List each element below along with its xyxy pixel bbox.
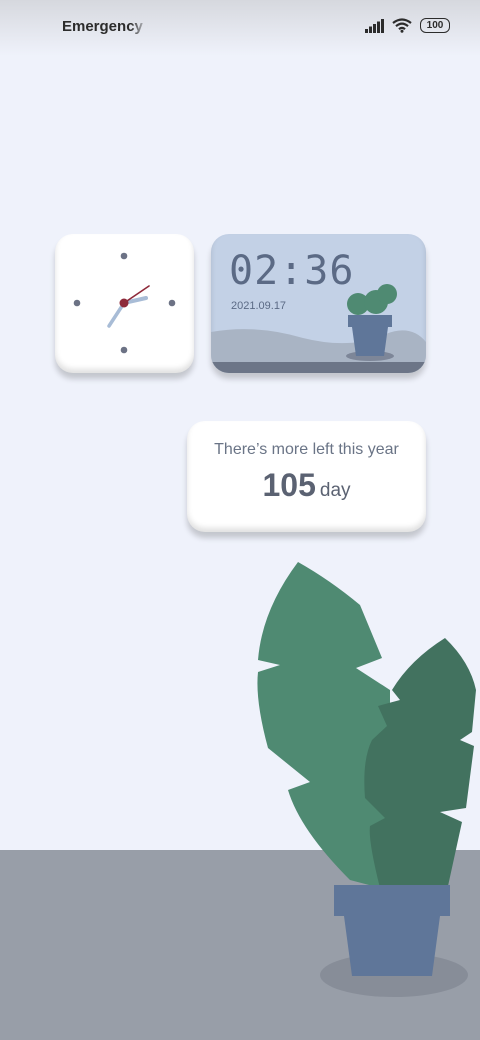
potted-plant-illustration <box>257 562 476 997</box>
leaf-right <box>364 638 476 888</box>
pot-body <box>344 916 440 976</box>
pot-rim <box>334 885 450 916</box>
